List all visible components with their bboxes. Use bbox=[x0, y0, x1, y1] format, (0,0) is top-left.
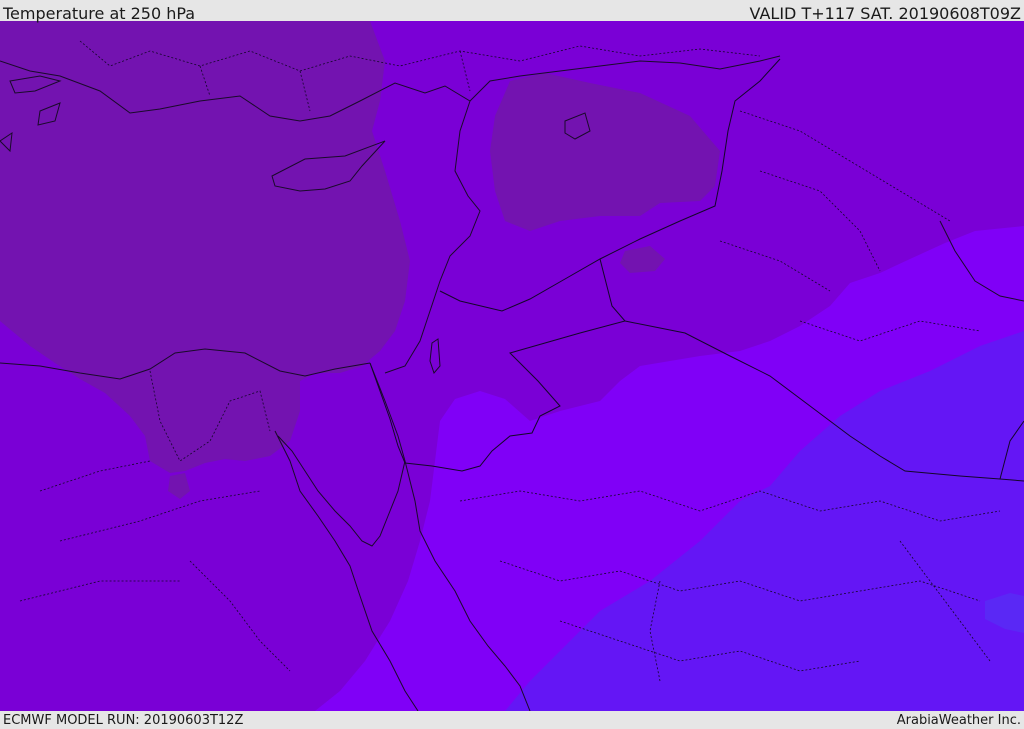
model-run-label: ECMWF MODEL RUN: 20190603T12Z bbox=[3, 713, 244, 728]
credit-label: ArabiaWeather Inc. bbox=[896, 713, 1021, 728]
header-bar: Temperature at 250 hPa VALID T+117 SAT. … bbox=[0, 0, 1024, 23]
map-title: Temperature at 250 hPa bbox=[3, 4, 196, 23]
valid-time-label: VALID T+117 SAT. 20190608T09Z bbox=[749, 4, 1021, 23]
temperature-map[interactable] bbox=[0, 21, 1024, 711]
map-viewer: Temperature at 250 hPa VALID T+117 SAT. … bbox=[0, 0, 1024, 729]
footer-bar: ECMWF MODEL RUN: 20190603T12Z ArabiaWeat… bbox=[0, 711, 1024, 729]
map-canvas bbox=[0, 21, 1024, 711]
